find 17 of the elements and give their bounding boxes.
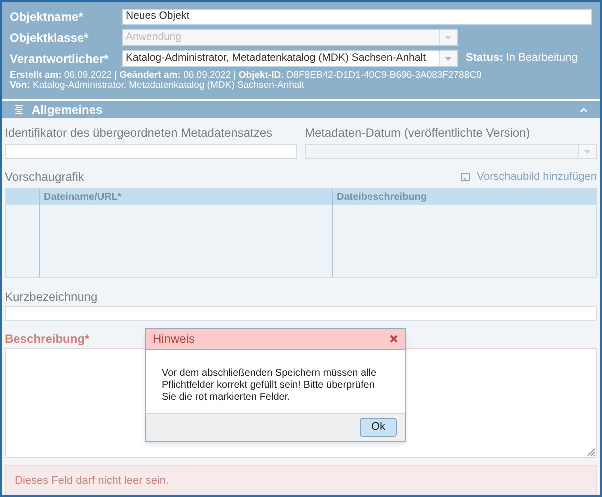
column-header: Dateibeschreibung [336,190,428,204]
status-text: Status: In Bearbeitung [466,51,578,66]
section-label: Vorschaugrafik [5,169,84,186]
field-label: Identifikator des übergeordneten Metadatensatzes [5,125,274,142]
author-info: Von: Katalog-Administrator, Metadatenkatalog (MDK) Sachsen-Anhalt [10,81,304,91]
field-label: Kurzbezeichnung [5,289,99,306]
field-label: Verantwortlicher* [10,50,110,68]
dialog-title: Hinweis [153,331,196,348]
field-label: Objektklasse* [10,30,90,46]
field-label: Metadaten-Datum (veröffentlichte Version) [305,125,532,142]
column-header: Dateiname/URL* [40,189,333,205]
section-title: Allgemeines [32,102,103,118]
field-label: Beschreibung* [5,331,90,348]
dialog-message: Vor dem abschließenden Speichern müssen alle Pflichtfelder korrekt gefüllt sein! Bitte überprüfen Sie die rot markierten Felder. [162,368,378,404]
error-message: Dieses Feld darf nicht leer sein. [5,465,597,495]
field-label: Objektname* [10,8,84,26]
meta-info: Erstellt am: 06.09.2022 | Geändert am: 06.09.2022 | Objekt-ID: D8F8EB42-D1D1-40C9-B696-3A083F2788C9 [10,71,482,81]
